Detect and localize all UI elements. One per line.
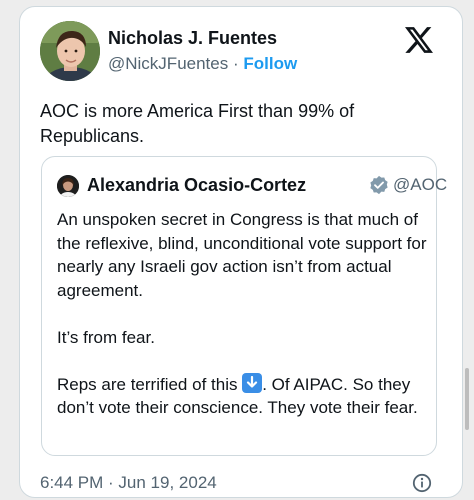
quoted-paragraph-2: It’s from fear. bbox=[57, 327, 155, 347]
author-name[interactable]: Nicholas J. Fuentes bbox=[108, 28, 277, 49]
author-avatar[interactable] bbox=[40, 21, 100, 81]
quoted-author-handle[interactable]: @AOC bbox=[393, 175, 447, 195]
quoted-tweet-text: An unspoken secret in Congress is that m… bbox=[57, 208, 429, 420]
info-icon[interactable] bbox=[412, 473, 432, 493]
verified-badge-icon bbox=[370, 175, 388, 195]
quoted-author-name[interactable]: Alexandria Ocasio-Cortez bbox=[87, 175, 306, 196]
quoted-tweet[interactable]: Alexandria Ocasio-Cortez @AOC An unspoke… bbox=[41, 156, 447, 456]
quoted-paragraph-3-start: Reps are terrified of this bbox=[57, 374, 243, 394]
x-logo-icon[interactable] bbox=[405, 27, 433, 53]
quoted-paragraph-3: Reps are terrified of this . Of AIPAC. S… bbox=[57, 372, 429, 420]
quoted-paragraph-1: An unspoken secret in Congress is that m… bbox=[57, 210, 427, 300]
scrollbar-thumb[interactable] bbox=[465, 368, 469, 430]
handle-separator: · bbox=[228, 54, 244, 73]
author-handle[interactable]: @NickJFuentes bbox=[108, 54, 228, 73]
follow-button[interactable]: Follow bbox=[243, 54, 297, 73]
tweet-timestamp[interactable]: 6:44 PM · Jun 19, 2024 bbox=[40, 473, 217, 493]
author-handle-row: @NickJFuentes · Follow bbox=[108, 54, 297, 74]
quoted-author-avatar[interactable] bbox=[57, 175, 79, 197]
tweet-card[interactable]: Nicholas J. Fuentes @NickJFuentes · Foll… bbox=[19, 6, 463, 498]
tweet-text: AOC is more America First than 99% of Re… bbox=[40, 101, 355, 146]
down-arrow-emoji-icon bbox=[242, 372, 263, 393]
